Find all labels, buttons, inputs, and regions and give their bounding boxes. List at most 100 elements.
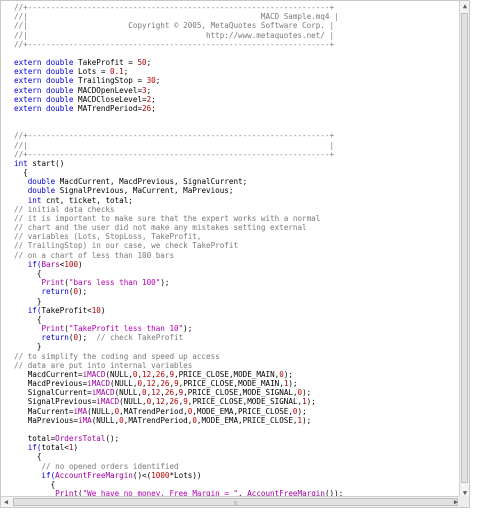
code-token-plain: ,MATrendPeriod, xyxy=(119,406,188,416)
code-token-plain: ) xyxy=(100,305,106,315)
code-token-plain: (NULL, xyxy=(114,388,143,398)
code-line: MaPrevious=iMA(NULL,0,MATrendPeriod,0,MO… xyxy=(14,416,343,425)
code-line: int start() xyxy=(14,159,343,168)
vertical-scrollbar[interactable]: ▲ ▼ xyxy=(459,1,469,507)
code-token-plain: ()<( xyxy=(132,470,152,480)
code-line: { xyxy=(14,315,343,324)
code-line: if(AccountFreeMargin()<(1000*Lots)) xyxy=(14,471,343,480)
code-editor[interactable]: //+-------------------------------------… xyxy=(0,0,470,508)
code-line: extern double MATrendPeriod=26; xyxy=(14,104,343,113)
code-token-plain: total= xyxy=(14,434,56,444)
code-token-plain: ; xyxy=(155,76,161,86)
code-token-cm: // data are put into internal variables xyxy=(14,360,193,370)
code-token-kw: extern double xyxy=(14,67,79,77)
code-token-str: "bars less than 100" xyxy=(68,278,161,288)
code-line: int cnt, ticket, total; xyxy=(14,196,343,205)
code-token-plain: } xyxy=(14,342,42,352)
code-token-num: 12 xyxy=(155,397,165,407)
code-token-plain: (); xyxy=(105,434,120,444)
code-line: SignalPrevious=iMACD(NULL,0,12,26,9,PRIC… xyxy=(14,397,343,406)
code-line: extern double MACDOpenLevel=3; xyxy=(14,86,343,95)
code-line: { xyxy=(14,269,343,278)
code-token-plain: ,MATrendPeriod, xyxy=(123,415,193,425)
code-token-plain: ); xyxy=(78,333,97,343)
code-token-plain: ); xyxy=(78,287,88,297)
code-token-plain: MacdCurrent, MacdPrevious, SignalCurrent… xyxy=(59,177,248,187)
code-token-fn: Print xyxy=(41,324,65,334)
scroll-up-arrow-icon[interactable]: ▲ xyxy=(461,1,469,11)
code-token-cm: // TrailingStop) in our case, we check T… xyxy=(14,241,239,251)
code-line: //+-------------------------------------… xyxy=(14,3,343,12)
code-token-cm: // it is important to make sure that the… xyxy=(14,213,321,223)
code-token-kw: extern double xyxy=(14,94,79,104)
code-token-cm: // variables (Lots, StopLoss, TakeProfit… xyxy=(14,232,202,242)
code-token-plain: MATrendPeriod= xyxy=(78,103,143,113)
vertical-scroll-thumb[interactable] xyxy=(461,13,468,483)
horizontal-scrollbar[interactable]: ◀ ⦙⦙⦙ ▶ xyxy=(1,496,469,507)
code-line: extern double TakeProfit = 50; xyxy=(14,58,343,67)
code-token-num: 0.1 xyxy=(110,67,124,77)
code-token-plain: ; xyxy=(146,58,152,68)
code-token-plain: (NULL, xyxy=(91,415,120,425)
code-token-plain: ,PRICE_CLOSE,MODE_MAIN, xyxy=(178,379,284,389)
code-token-plain: SignalPrevious, MaCurrent, MaPrevious; xyxy=(59,186,234,196)
code-token-num: 26 xyxy=(169,397,179,407)
code-area[interactable]: //+-------------------------------------… xyxy=(14,3,343,508)
code-token-plain: ; xyxy=(146,85,152,95)
code-token-num: 26 xyxy=(164,388,175,398)
scroll-grip-icon: ⦙⦙⦙ xyxy=(233,500,238,507)
code-token-num: 26 xyxy=(142,103,152,113)
code-token-kw: return xyxy=(14,287,69,297)
code-token-num: 50 xyxy=(137,58,147,68)
code-token-plain: ) xyxy=(78,259,83,269)
code-line: double MacdCurrent, MacdPrevious, Signal… xyxy=(14,177,343,186)
code-line: //| Copyright © 2005, MetaQuotes Softwar… xyxy=(14,21,343,30)
code-line: //| http://www.metaquotes.net/ | xyxy=(14,31,343,40)
code-line: // it is important to make sure that the… xyxy=(14,214,343,223)
code-token-plain: ) xyxy=(73,443,79,453)
code-token-fn: iMACD xyxy=(91,388,115,398)
code-token-plain: MacdPrevious= xyxy=(14,379,88,389)
code-token-plain: { xyxy=(14,314,42,324)
code-line: // on a chart of less than 100 bars xyxy=(14,251,343,260)
code-token-plain: ); xyxy=(297,406,307,416)
code-token-plain: ; xyxy=(151,94,156,104)
scrollbar-corner xyxy=(459,496,469,507)
code-token-kw: double xyxy=(14,186,60,196)
code-token-plain: MaCurrent= xyxy=(14,406,74,416)
code-token-plain: ,PRICE_CLOSE,MODE_MAIN, xyxy=(174,369,280,379)
code-token-plain: ; xyxy=(123,67,129,77)
code-token-cm: //| http://www.metaquotes.net/ | xyxy=(14,30,335,40)
code-token-plain: { xyxy=(14,268,42,278)
code-token-plain: ); xyxy=(302,388,312,398)
code-token-num: 12 xyxy=(151,388,161,398)
code-token-cm: //+-------------------------------------… xyxy=(14,3,335,12)
code-line: extern double Lots = 0.1; xyxy=(14,67,343,76)
code-line: //+-------------------------------------… xyxy=(14,150,343,159)
code-token-plain: TrailingStop = xyxy=(78,76,147,86)
code-token-cm: // check TakeProfit xyxy=(96,333,184,343)
code-token-kw: int xyxy=(14,195,47,205)
code-token-kw: return xyxy=(14,333,69,343)
code-token-num: 1000 xyxy=(151,470,170,480)
code-token-kw: extern double xyxy=(14,103,79,113)
code-token-plain: } xyxy=(14,296,42,306)
code-token-plain: ; xyxy=(151,103,156,113)
code-token-num: 100 xyxy=(64,259,79,269)
code-token-plain: (NULL, xyxy=(110,379,138,389)
code-line: MacdCurrent=iMACD(NULL,0,12,26,9,PRICE_C… xyxy=(14,370,343,379)
code-line: //+-------------------------------------… xyxy=(14,131,343,140)
code-line: } xyxy=(14,507,343,508)
code-line: //| | xyxy=(14,141,343,150)
code-token-plain: TakeProfit = xyxy=(78,58,138,68)
code-token-fn: iMACD xyxy=(96,397,120,407)
code-token-cm: //| Copyright © 2005, MetaQuotes Softwar… xyxy=(14,21,335,31)
horizontal-scroll-thumb[interactable]: ⦙⦙⦙ xyxy=(13,498,458,507)
code-token-num: 26 xyxy=(160,379,170,389)
code-token-plain: } xyxy=(14,507,55,508)
scroll-left-arrow-icon[interactable]: ◀ xyxy=(1,497,11,507)
code-line: Print("bars less than 100"); xyxy=(14,278,343,287)
